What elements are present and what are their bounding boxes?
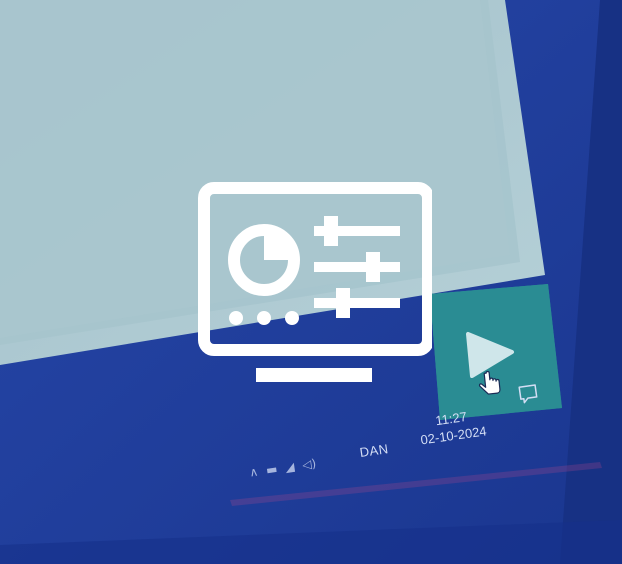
pie-chart-icon xyxy=(228,224,300,296)
system-tray: ∧ ▬ ◢ ◁) xyxy=(248,456,317,479)
notification-icon[interactable] xyxy=(516,382,541,407)
volume-icon[interactable]: ◁) xyxy=(301,456,317,472)
sliders-icon xyxy=(314,216,400,318)
dots-icon xyxy=(229,311,299,325)
chevron-up-icon[interactable]: ∧ xyxy=(248,464,259,479)
screenshot-frame: ∧ ▬ ◢ ◁) DAN 11:27 02-10-2024 xyxy=(0,0,622,564)
network-icon[interactable]: ◢ xyxy=(284,459,295,474)
language-indicator[interactable]: DAN xyxy=(359,441,390,460)
folder-icon[interactable]: ▬ xyxy=(265,462,278,477)
monitor-dashboard-settings-icon xyxy=(198,182,432,382)
clock[interactable]: 11:27 02-10-2024 xyxy=(417,405,488,448)
